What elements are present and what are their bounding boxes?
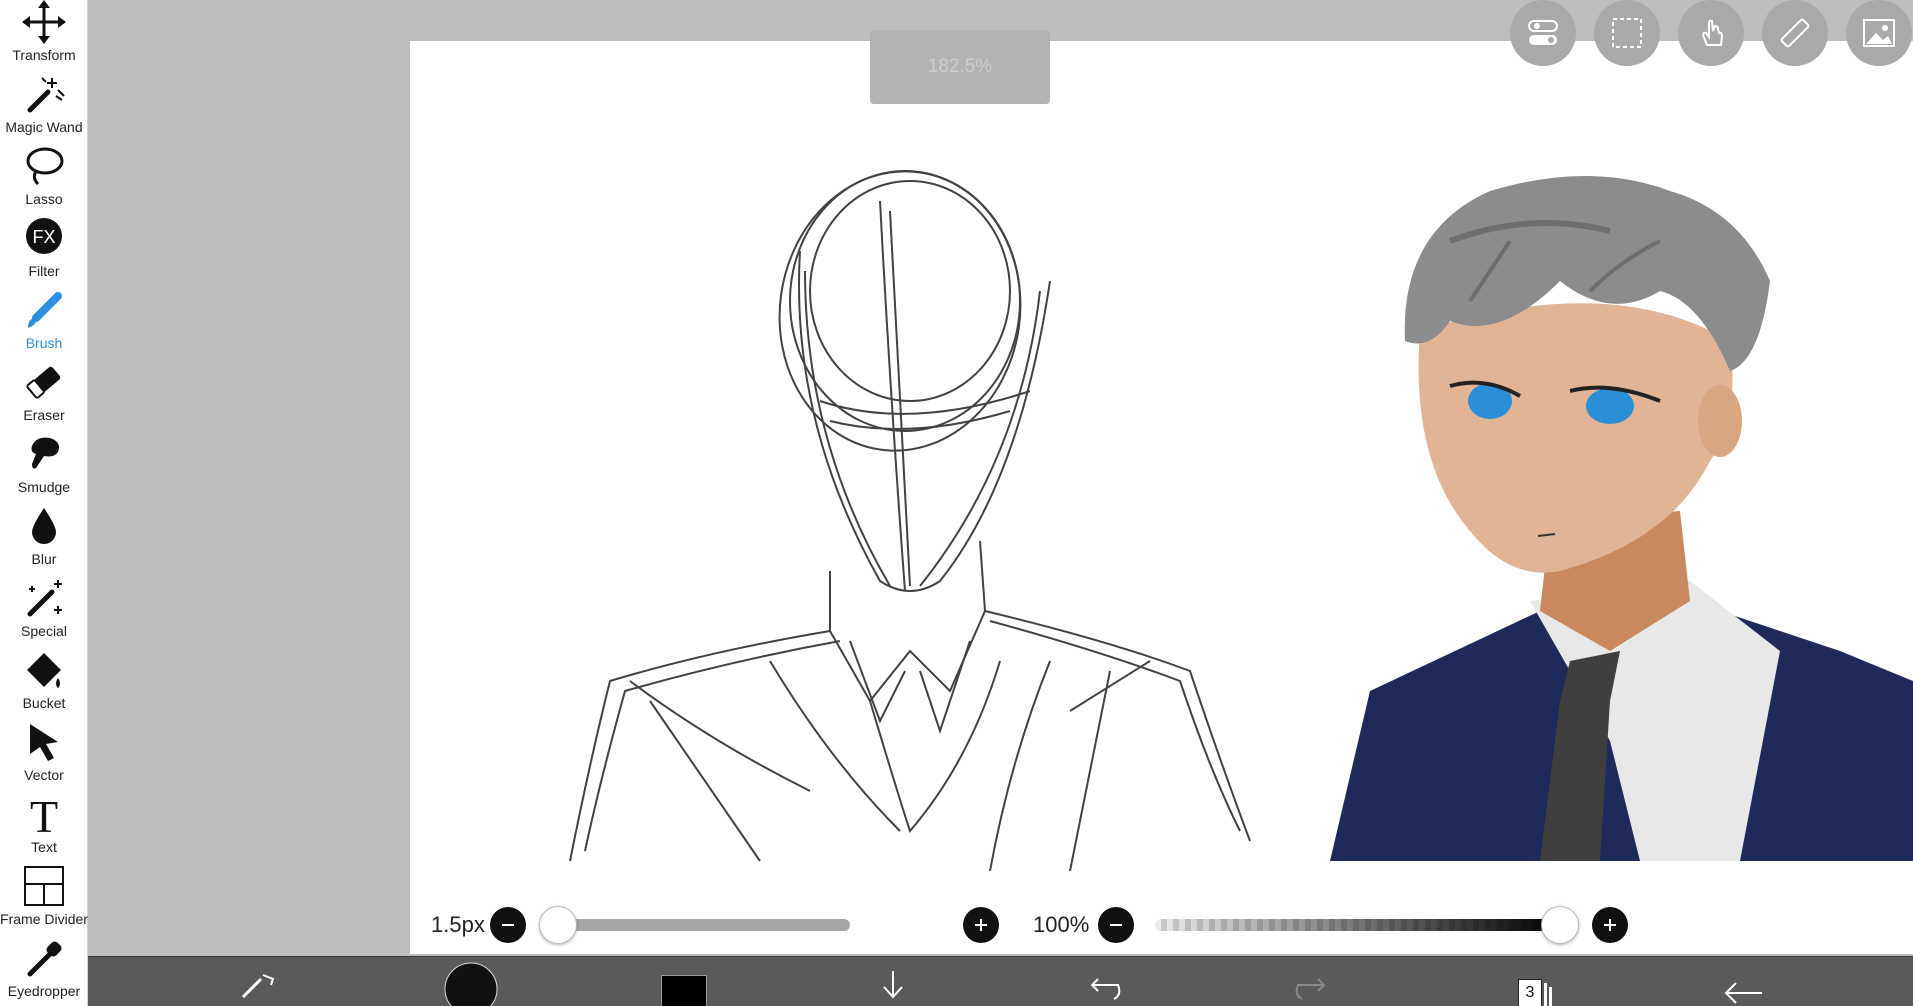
zoom-indicator: 182.5% <box>870 30 1050 104</box>
brush-size-value: 1.5px <box>431 912 485 937</box>
selection-icon <box>1612 18 1642 48</box>
sparkle-pen-icon <box>22 576 66 620</box>
plus-icon <box>975 919 987 931</box>
toggle-panel-icon <box>1528 20 1558 45</box>
reference-image-button[interactable] <box>1846 0 1912 66</box>
size-decrease-button[interactable] <box>490 907 526 943</box>
opacity-decrease-button[interactable] <box>1098 907 1134 943</box>
svg-text:T: T <box>30 792 58 836</box>
opacity-slider-handle[interactable] <box>1541 906 1579 944</box>
tool-special[interactable]: Special <box>0 576 88 648</box>
layers-icon: 3 <box>1518 979 1542 1006</box>
color-swatch-button[interactable] <box>658 957 708 1006</box>
tool-bucket[interactable]: Bucket <box>0 648 88 720</box>
opacity-increase-button[interactable] <box>1592 907 1628 943</box>
selection-button[interactable] <box>1594 0 1660 66</box>
download-button[interactable] <box>868 957 918 1006</box>
plus-icon <box>1604 919 1616 931</box>
tool-label: Smudge <box>17 479 71 495</box>
tool-frame-divider[interactable]: Frame Divider <box>0 864 88 936</box>
tool-label: Eyedropper <box>7 983 81 999</box>
minus-icon <box>502 924 514 926</box>
character-artwork <box>1330 176 1913 861</box>
tool-blur[interactable]: Blur <box>0 504 88 576</box>
fx-icon: FX <box>22 216 66 260</box>
tool-label: Bucket <box>22 695 66 711</box>
tool-label: Eraser <box>23 407 65 423</box>
bottom-toolbar: 3 <box>88 956 1913 1006</box>
toggle-panel-button[interactable] <box>1510 0 1576 66</box>
tool-transform[interactable]: Transform <box>0 0 88 72</box>
undo-button[interactable] <box>1078 957 1128 1006</box>
back-button[interactable] <box>1718 957 1768 1006</box>
tool-label: Transform <box>12 47 76 63</box>
magic-wand-icon <box>22 72 66 116</box>
tool-label: Text <box>31 839 57 855</box>
cursor-arrow-icon <box>22 720 66 764</box>
eyedropper-icon <box>22 936 66 980</box>
tool-text[interactable]: T Text <box>0 791 88 864</box>
undo-icon <box>1090 978 1121 1000</box>
size-slider-handle[interactable] <box>538 906 577 944</box>
touch-mode-button[interactable] <box>1678 0 1744 66</box>
tool-filter[interactable]: FX Filter <box>0 216 88 288</box>
color-swatch-icon <box>661 975 707 1006</box>
image-icon <box>1863 19 1895 47</box>
tool-label: Frame Divider <box>0 911 88 927</box>
tool-label: Vector <box>24 767 64 783</box>
drop-icon <box>22 504 66 548</box>
back-arrow-icon <box>1724 982 1762 1004</box>
tool-label: Special <box>21 623 67 639</box>
redo-button[interactable] <box>1288 957 1338 1006</box>
pen-swap-button[interactable] <box>233 957 283 1006</box>
bucket-icon <box>22 648 66 692</box>
tool-magic-wand[interactable]: Magic Wand <box>0 72 88 144</box>
opacity-slider-track[interactable] <box>1155 919 1560 931</box>
lasso-icon <box>22 144 66 188</box>
pen-swap-icon <box>241 974 275 999</box>
tool-label: Lasso <box>25 191 63 207</box>
tool-lasso[interactable]: Lasso <box>0 144 88 216</box>
text-t-icon: T <box>22 791 66 842</box>
eraser-icon <box>22 360 66 404</box>
opacity-value: 100% <box>1033 912 1090 937</box>
layers-button[interactable]: 3 <box>1508 957 1558 1006</box>
tool-eraser[interactable]: Eraser <box>0 360 88 432</box>
tool-smudge[interactable]: Smudge <box>0 432 88 504</box>
hand-touch-icon <box>1701 19 1724 46</box>
ruler-button[interactable] <box>1762 0 1828 66</box>
svg-text:FX: FX <box>32 227 55 247</box>
tool-label: Magic Wand <box>5 119 83 135</box>
size-increase-button[interactable] <box>963 907 999 943</box>
tool-label: Filter <box>28 263 60 279</box>
ruler-icon <box>1780 18 1810 48</box>
tool-sidebar: Transform Magic Wand Lasso FX Filter Bru… <box>0 0 88 1006</box>
brush-preview-button[interactable] <box>443 957 499 1006</box>
layer-count: 3 <box>1525 984 1535 1001</box>
tool-brush[interactable]: Brush <box>0 288 88 360</box>
brush-preview-icon <box>444 962 498 1006</box>
brush-settings-bar: 1.5px 100% <box>410 895 1913 953</box>
tool-label: Brush <box>25 335 63 351</box>
tool-eyedropper[interactable]: Eyedropper <box>0 936 88 1006</box>
frame-divider-icon <box>22 864 66 908</box>
brush-icon <box>22 288 66 332</box>
size-slider-track[interactable] <box>555 919 850 931</box>
download-icon <box>883 971 903 999</box>
tool-label: Blur <box>31 551 57 567</box>
smudge-icon <box>22 432 66 476</box>
redo-icon <box>1295 978 1326 1000</box>
move-arrows-icon <box>22 0 66 44</box>
minus-icon <box>1110 924 1122 926</box>
tool-vector[interactable]: Vector <box>0 720 88 792</box>
drawing-canvas[interactable] <box>410 41 1913 954</box>
